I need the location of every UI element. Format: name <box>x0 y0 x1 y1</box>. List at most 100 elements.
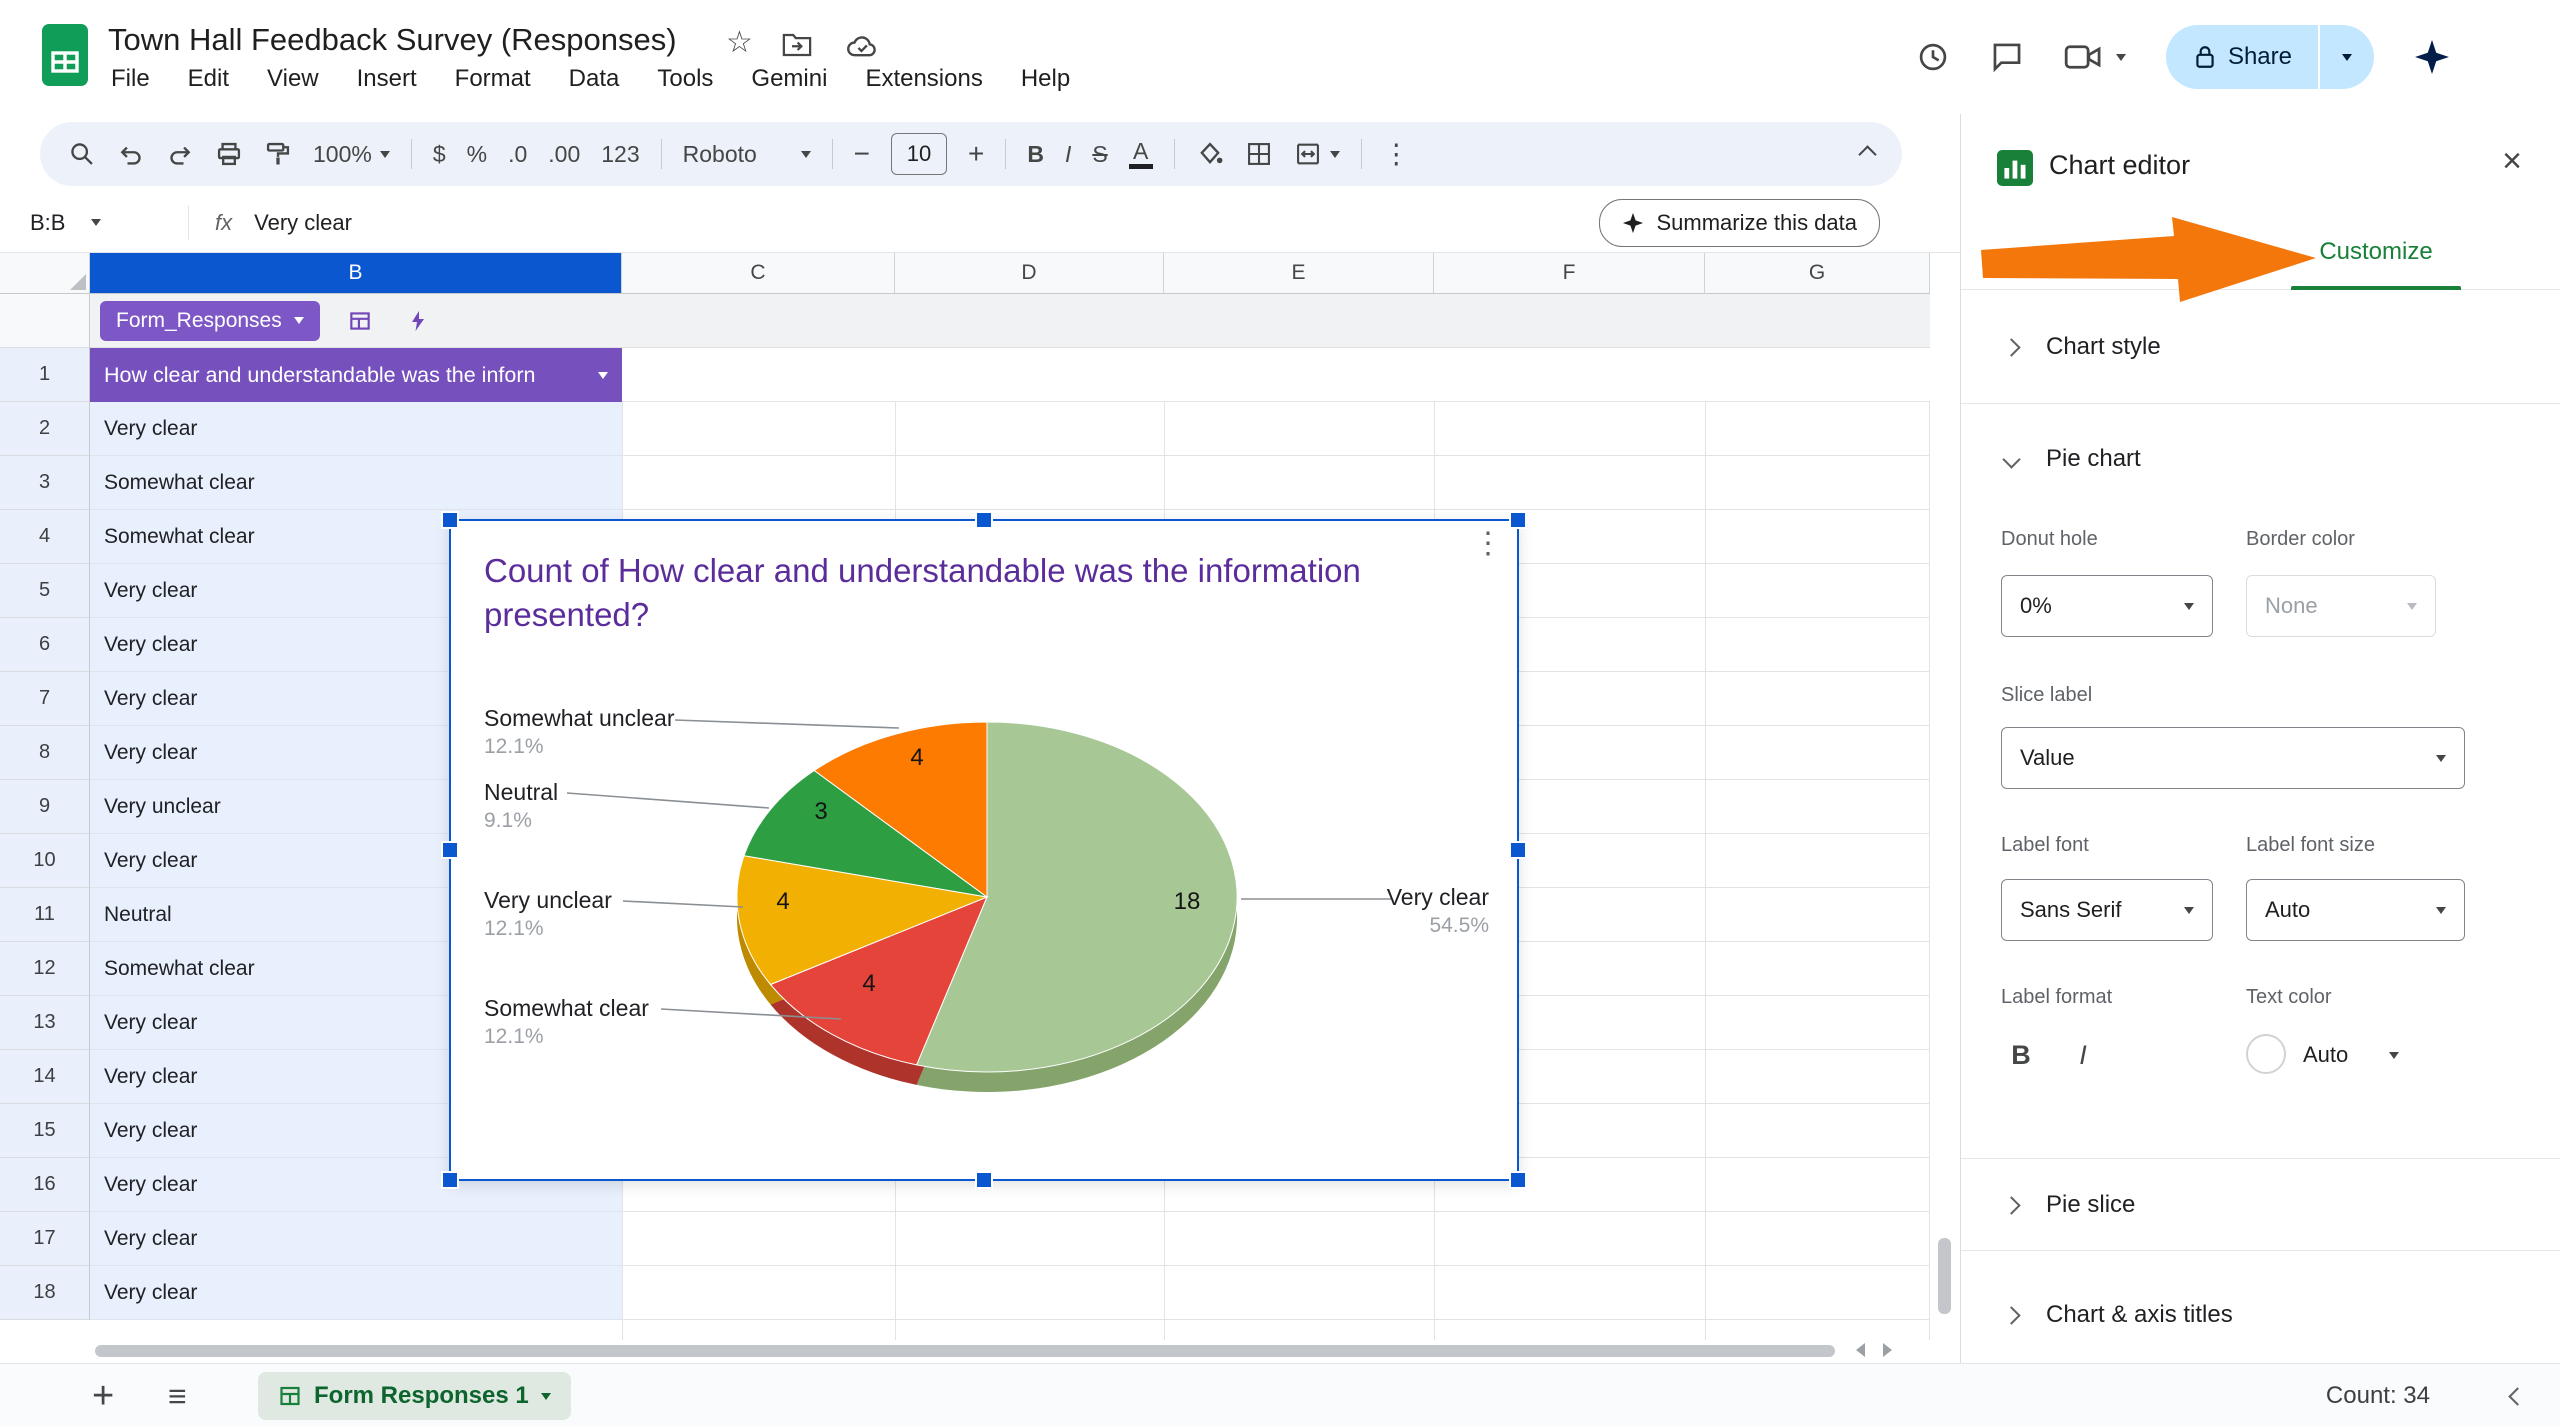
resize-handle-bottom-center[interactable] <box>975 1171 993 1189</box>
row-header[interactable]: 12 <box>0 942 90 996</box>
section-pie-slice[interactable]: Pie slice <box>1961 1170 2560 1240</box>
comments-icon[interactable] <box>1990 40 2024 74</box>
increase-decimal-button[interactable]: .00 <box>548 141 580 168</box>
cloud-saved-icon[interactable] <box>846 34 880 58</box>
menu-item[interactable]: Tools <box>642 60 728 98</box>
row-header[interactable]: 16 <box>0 1158 90 1212</box>
format-percent-button[interactable]: % <box>467 141 487 168</box>
embedded-pie-chart[interactable]: Count of How clear and understandable wa… <box>449 519 1519 1181</box>
menu-item[interactable]: File <box>96 60 165 98</box>
row-header[interactable]: 8 <box>0 726 90 780</box>
row-header[interactable]: 1 <box>0 348 90 402</box>
bold-button[interactable]: B <box>1027 141 1044 168</box>
label-bold-button[interactable]: B <box>1995 1029 2047 1081</box>
summarize-data-button[interactable]: Summarize this data <box>1599 199 1880 247</box>
cell[interactable]: Very clear <box>90 1212 622 1266</box>
row-header[interactable]: 6 <box>0 618 90 672</box>
resize-handle-middle-left[interactable] <box>441 841 459 859</box>
resize-handle-bottom-right[interactable] <box>1509 1171 1527 1189</box>
scroll-right-icon[interactable] <box>1883 1343 1892 1357</box>
menu-item[interactable]: Data <box>554 60 635 98</box>
row-header[interactable]: 18 <box>0 1266 90 1320</box>
column-header-b[interactable]: B <box>90 253 622 294</box>
share-button[interactable]: Share <box>2166 25 2318 89</box>
menu-item[interactable]: Gemini <box>736 60 842 98</box>
close-icon[interactable]: × <box>2502 144 2522 178</box>
all-sheets-button[interactable]: ≡ <box>168 1364 187 1428</box>
row-header[interactable]: 15 <box>0 1104 90 1158</box>
resize-handle-top-center[interactable] <box>975 511 993 529</box>
font-select[interactable]: Roboto <box>683 141 811 168</box>
label-italic-button[interactable]: I <box>2057 1029 2109 1081</box>
scroll-left-icon[interactable] <box>1856 1343 1865 1357</box>
sheets-logo-icon[interactable] <box>42 24 88 86</box>
more-toolbar-button[interactable]: ⋮ <box>1383 139 1410 170</box>
row-header[interactable]: 3 <box>0 456 90 510</box>
menu-item[interactable]: View <box>252 60 334 98</box>
empty-cells[interactable] <box>622 1266 1930 1320</box>
print-icon[interactable] <box>215 140 243 168</box>
menu-item[interactable]: Extensions <box>850 60 997 98</box>
search-icon[interactable] <box>68 140 96 168</box>
fill-color-icon[interactable] <box>1196 140 1224 168</box>
paint-format-icon[interactable] <box>264 140 292 168</box>
chevron-down-icon[interactable] <box>2389 1052 2399 1059</box>
version-history-icon[interactable] <box>1916 40 1950 74</box>
table-header-cell[interactable]: How clear and understandable was the inf… <box>90 348 622 402</box>
vertical-scrollbar[interactable] <box>1938 1238 1951 1314</box>
table-name-chip[interactable]: Form_Responses <box>100 301 320 341</box>
format-currency-button[interactable]: $ <box>433 141 446 168</box>
menu-item[interactable]: Insert <box>342 60 432 98</box>
menu-item[interactable]: Format <box>440 60 546 98</box>
meet-video-button[interactable] <box>2064 42 2126 72</box>
name-box[interactable]: B:B <box>0 210 180 236</box>
menu-item[interactable]: Edit <box>173 60 244 98</box>
resize-handle-bottom-left[interactable] <box>441 1171 459 1189</box>
column-header-f[interactable]: F <box>1434 253 1705 294</box>
increase-font-size-button[interactable]: + <box>968 138 984 170</box>
menu-item[interactable]: Help <box>1006 60 1085 98</box>
slice-label-select[interactable]: Value <box>2001 727 2465 789</box>
donut-hole-select[interactable]: 0% <box>2001 575 2213 637</box>
empty-cells[interactable] <box>622 348 1930 402</box>
collapse-toolbar-icon[interactable] <box>1858 145 1876 163</box>
undo-icon[interactable] <box>117 140 145 168</box>
text-color-button[interactable]: A <box>1129 140 1153 169</box>
table-view-button[interactable] <box>342 303 378 339</box>
add-sheet-button[interactable]: + <box>92 1364 114 1428</box>
italic-button[interactable]: I <box>1065 141 1071 168</box>
border-color-select[interactable]: None <box>2246 575 2436 637</box>
select-all-corner[interactable] <box>0 253 90 294</box>
text-color-swatch[interactable] <box>2246 1034 2286 1074</box>
collapse-panel-button[interactable] <box>2511 1364 2524 1428</box>
row-header[interactable]: 9 <box>0 780 90 834</box>
formula-input[interactable]: Very clear <box>254 210 352 236</box>
table-quick-actions-button[interactable] <box>400 303 436 339</box>
sheet-tab-active[interactable]: Form Responses 1 <box>258 1372 571 1420</box>
empty-cells[interactable] <box>622 1212 1930 1266</box>
strikethrough-button[interactable]: S <box>1092 141 1107 168</box>
horizontal-scrollbar[interactable] <box>95 1345 1835 1357</box>
decrease-decimal-button[interactable]: .0 <box>508 141 527 168</box>
font-size-input[interactable]: 10 <box>891 133 947 175</box>
merge-cells-button[interactable] <box>1294 140 1340 168</box>
resize-handle-top-right[interactable] <box>1509 511 1527 529</box>
column-header-e[interactable]: E <box>1164 253 1434 294</box>
share-dropdown[interactable] <box>2318 25 2374 89</box>
column-header-g[interactable]: G <box>1705 253 1930 294</box>
decrease-font-size-button[interactable]: − <box>854 138 870 170</box>
gemini-icon[interactable] <box>2414 39 2450 75</box>
borders-icon[interactable] <box>1245 140 1273 168</box>
row-header[interactable]: 13 <box>0 996 90 1050</box>
empty-cells[interactable] <box>622 402 1930 456</box>
column-header-c[interactable]: C <box>622 253 895 294</box>
section-chart-style[interactable]: Chart style <box>1961 312 2560 382</box>
resize-handle-top-left[interactable] <box>441 511 459 529</box>
move-folder-icon[interactable] <box>782 32 812 58</box>
column-header-d[interactable]: D <box>895 253 1164 294</box>
cell[interactable]: Very clear <box>90 402 622 456</box>
row-header[interactable]: 2 <box>0 402 90 456</box>
scroll-arrows[interactable] <box>1856 1343 1892 1357</box>
row-header[interactable]: 7 <box>0 672 90 726</box>
document-title[interactable]: Town Hall Feedback Survey (Responses) <box>108 22 677 58</box>
